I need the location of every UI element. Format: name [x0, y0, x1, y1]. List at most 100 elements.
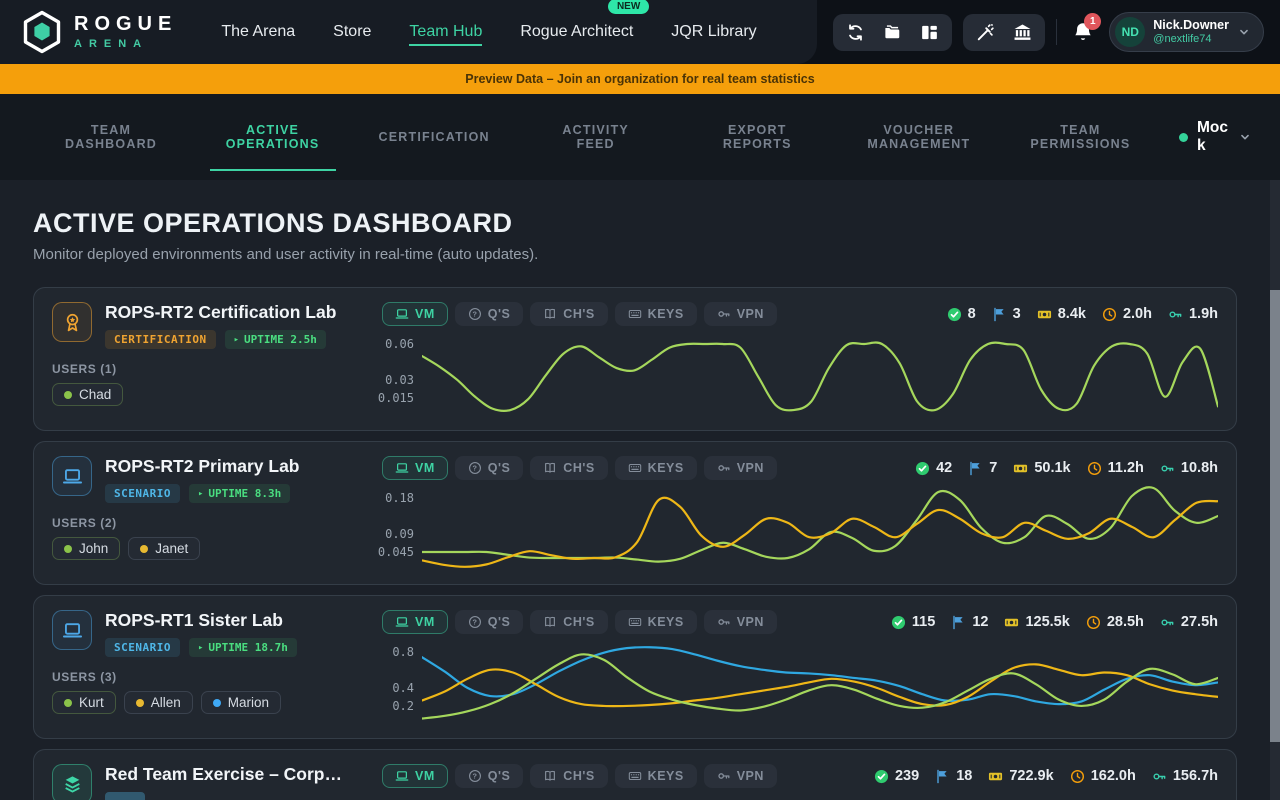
nav-the-arena[interactable]: The Arena: [221, 23, 295, 41]
rogue-hexagon-logo-icon: [22, 10, 62, 54]
vm-button[interactable]: VM: [382, 456, 448, 480]
clock-icon: [1086, 615, 1101, 630]
book-icon: [543, 307, 557, 321]
stat-access-time: 156.7h: [1152, 768, 1218, 784]
folder-icon[interactable]: [883, 23, 902, 42]
lab-actions: VM ?Q'SCH'S KEYS VPN: [382, 610, 777, 634]
stat-total-time: 28.5h: [1086, 614, 1144, 630]
key-icon: [1160, 461, 1175, 476]
keys-button[interactable]: KEYS: [615, 610, 697, 634]
vpn-button[interactable]: VPN: [704, 764, 777, 788]
vpn-button[interactable]: VPN: [704, 302, 777, 326]
stat-value: 50.1k: [1034, 460, 1070, 476]
stat-value: 3: [1013, 306, 1021, 322]
stat-access-time: 1.9h: [1168, 306, 1218, 322]
challenges-button[interactable]: CH'S: [530, 456, 607, 480]
mode-label: Mock: [1197, 119, 1229, 155]
user-status-dot: [64, 391, 72, 399]
svg-text:?: ?: [472, 774, 477, 782]
questions-button[interactable]: ?Q'S: [455, 456, 524, 480]
check-icon: [947, 307, 962, 322]
vm-button[interactable]: VM: [382, 302, 448, 326]
logo[interactable]: ROGUE ARENA: [22, 10, 177, 54]
challenges-button[interactable]: CH'S: [530, 764, 607, 788]
bank-icon[interactable]: [1013, 23, 1032, 42]
keys-button[interactable]: KEYS: [615, 456, 697, 480]
logo-text-arena: ARENA: [74, 38, 177, 50]
lab-title: Red Team Exercise – Corporate: [105, 764, 351, 785]
challenges-button[interactable]: CH'S: [530, 302, 607, 326]
user-status-dot: [140, 545, 148, 553]
stat-completed: 42: [915, 460, 952, 476]
header-icon-group-1: [833, 14, 952, 51]
lab-type-icon-box: [52, 302, 92, 342]
vm-button[interactable]: VM: [382, 764, 448, 788]
stat-flags: 3: [992, 306, 1021, 322]
scrollbar-thumb[interactable]: [1270, 290, 1280, 742]
tab-activity-feed[interactable]: ACTIVITY FEED: [533, 94, 659, 180]
top-bar: ROGUE ARENA The Arena Store Team Hub Rog…: [0, 0, 1280, 64]
preview-data-banner: Preview Data – Join an organization for …: [0, 64, 1280, 94]
team-hub-tabs: TEAM DASHBOARD ACTIVE OPERATIONS CERTIFI…: [0, 94, 1280, 180]
stat-flags: 12: [951, 614, 988, 630]
chart-y-axis: 0.80.40.2: [382, 640, 416, 724]
lab-stats: 42750.1k11.2h10.8h: [915, 460, 1218, 476]
stat-total-time: 11.2h: [1087, 460, 1144, 476]
page-subtitle: Monitor deployed environments and user a…: [33, 246, 1237, 263]
stat-access-time: 27.5h: [1160, 614, 1218, 630]
notifications-button[interactable]: 1: [1072, 21, 1094, 43]
scrollbar-track[interactable]: [1270, 180, 1280, 800]
keys-button[interactable]: KEYS: [615, 302, 697, 326]
y-axis-tick: 0.09: [385, 527, 414, 541]
check-icon: [915, 461, 930, 476]
magic-wand-icon[interactable]: [976, 23, 995, 42]
questions-button[interactable]: ?Q'S: [455, 764, 524, 788]
y-axis-tick: 0.03: [385, 373, 414, 387]
tab-active-operations[interactable]: ACTIVE OPERATIONS: [210, 94, 336, 180]
tab-export-reports[interactable]: EXPORT REPORTS: [694, 94, 820, 180]
action-label: VPN: [737, 769, 764, 783]
chart-canvas: [422, 332, 1218, 416]
chevron-down-icon: [1237, 25, 1251, 39]
check-icon: [874, 769, 889, 784]
nav-store[interactable]: Store: [333, 23, 371, 41]
new-badge: NEW: [608, 0, 649, 14]
challenges-button[interactable]: CH'S: [530, 610, 607, 634]
layers-icon: [62, 774, 83, 795]
nav-rogue-architect[interactable]: Rogue ArchitectNEW: [520, 23, 633, 41]
avatar: ND: [1115, 17, 1145, 47]
users-count-label: USERS (3): [52, 670, 368, 684]
action-label: VM: [415, 615, 435, 629]
questions-button[interactable]: ?Q'S: [455, 610, 524, 634]
logo-text-rogue: ROGUE: [74, 14, 177, 34]
vm-button[interactable]: VM: [382, 610, 448, 634]
stat-value: 115: [912, 614, 935, 630]
y-axis-tick: 0.2: [392, 699, 414, 713]
svg-text:?: ?: [472, 620, 477, 628]
lab-type-badge: [105, 792, 145, 800]
nav-jqr-library[interactable]: JQR Library: [671, 23, 756, 41]
lab-type-badge: SCENARIO: [105, 484, 180, 503]
lab-title: ROPS-RT1 Sister Lab: [105, 610, 297, 631]
tab-voucher-management[interactable]: VOUCHER MANAGEMENT: [856, 94, 982, 180]
stat-points: 8.4k: [1037, 306, 1086, 322]
laptop-icon: [395, 307, 409, 321]
key-icon: [1160, 615, 1175, 630]
keys-button[interactable]: KEYS: [615, 764, 697, 788]
tab-certification[interactable]: CERTIFICATION: [371, 94, 497, 180]
mode-selector[interactable]: Mock: [1179, 119, 1252, 155]
key-icon: [717, 769, 731, 783]
user-menu[interactable]: ND Nick.Downer @nextlife74: [1109, 12, 1264, 52]
tab-team-dashboard[interactable]: TEAM DASHBOARD: [48, 94, 174, 180]
sync-icon[interactable]: [846, 23, 865, 42]
layout-icon[interactable]: [920, 23, 939, 42]
user-name: Nick.Downer: [1153, 18, 1229, 33]
vpn-button[interactable]: VPN: [704, 610, 777, 634]
stat-value: 8: [968, 306, 976, 322]
nav-team-hub[interactable]: Team Hub: [409, 23, 482, 41]
book-icon: [543, 769, 557, 783]
tab-team-permissions[interactable]: TEAM PERMISSIONS: [1017, 94, 1143, 180]
vpn-button[interactable]: VPN: [704, 456, 777, 480]
y-axis-tick: 0.015: [378, 391, 414, 405]
questions-button[interactable]: ?Q'S: [455, 302, 524, 326]
